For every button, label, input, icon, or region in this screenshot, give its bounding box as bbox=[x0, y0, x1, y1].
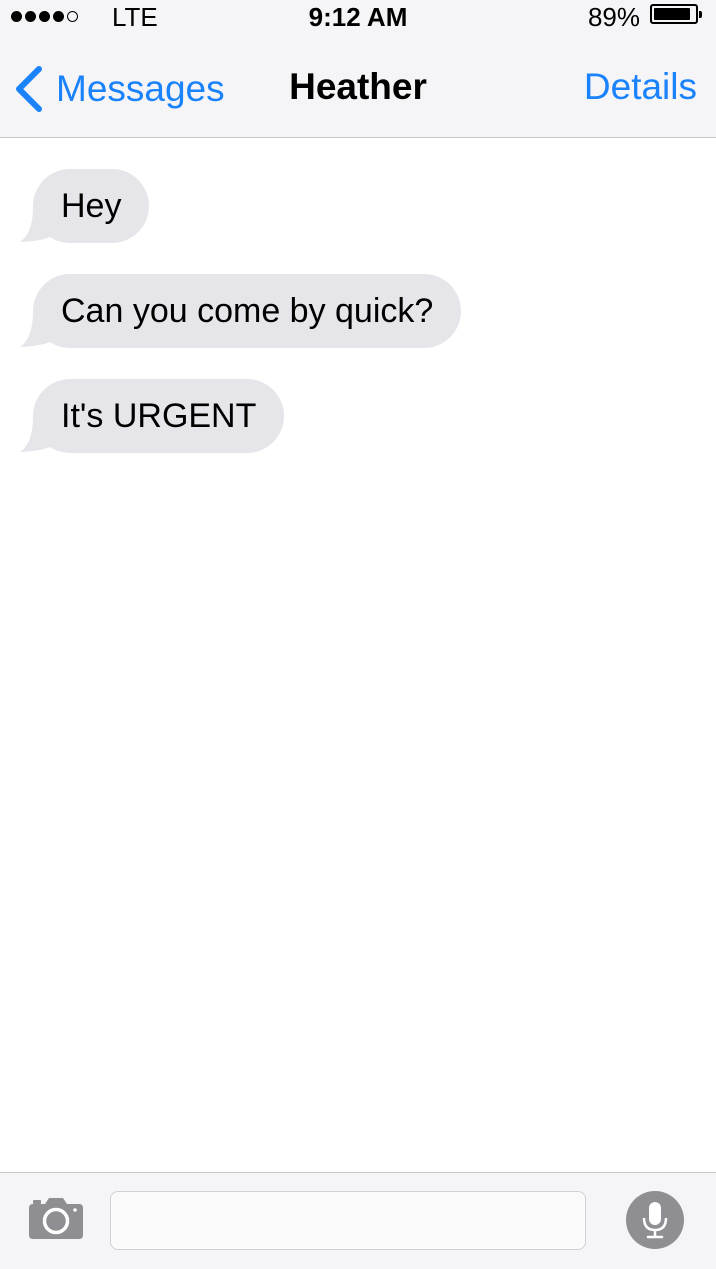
messages-screen: LTE 9:12 AM 89% Messages Heather Details… bbox=[0, 0, 716, 1269]
battery-icon bbox=[650, 4, 702, 24]
bubble-tail bbox=[20, 207, 50, 242]
status-bar: LTE 9:12 AM 89% bbox=[0, 0, 716, 36]
camera-icon bbox=[29, 1198, 83, 1239]
message-input-bar bbox=[0, 1172, 716, 1269]
bubble-tail bbox=[20, 417, 50, 452]
back-button-label: Messages bbox=[56, 68, 225, 109]
message-thread[interactable]: Hey Can you come by quick? It's URGENT bbox=[0, 138, 716, 1172]
message-text: Hey bbox=[61, 187, 122, 225]
chevron-left-icon bbox=[16, 66, 42, 112]
back-button[interactable]: Messages bbox=[14, 64, 225, 114]
message-text-field[interactable] bbox=[110, 1191, 586, 1250]
bubble-tail bbox=[20, 312, 50, 347]
navigation-bar: Messages Heather Details bbox=[0, 36, 716, 138]
message-text: It's URGENT bbox=[61, 397, 257, 435]
battery-nub bbox=[699, 11, 702, 18]
incoming-message-bubble[interactable]: Hey bbox=[20, 169, 150, 243]
microphone-icon bbox=[642, 1202, 668, 1239]
incoming-message-bubble[interactable]: It's URGENT bbox=[20, 379, 285, 453]
battery-fill bbox=[654, 8, 690, 20]
message-text: Can you come by quick? bbox=[61, 292, 434, 330]
battery-percentage: 89% bbox=[587, 2, 640, 32]
incoming-message-bubble[interactable]: Can you come by quick? bbox=[20, 274, 462, 348]
microphone-button[interactable] bbox=[626, 1191, 684, 1249]
camera-button[interactable] bbox=[27, 1195, 85, 1241]
details-button[interactable]: Details bbox=[584, 66, 697, 108]
